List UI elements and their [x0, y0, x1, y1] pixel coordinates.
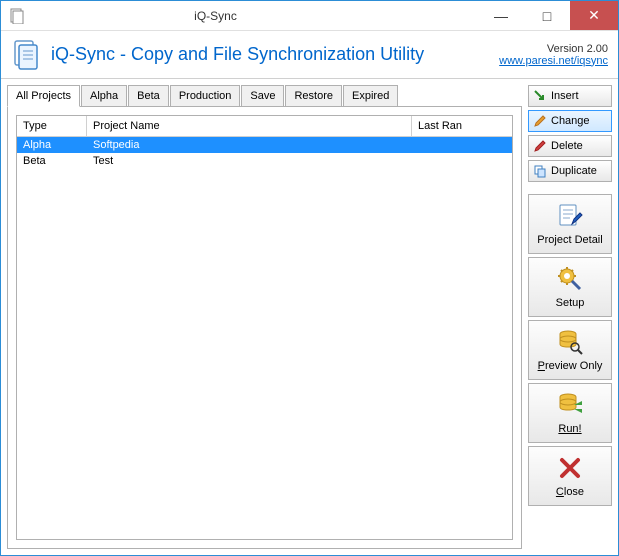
- tab-restore[interactable]: Restore: [285, 85, 342, 106]
- table-row[interactable]: Beta Test: [17, 153, 512, 169]
- duplicate-label: Duplicate: [551, 165, 597, 177]
- titlebar: iQ-Sync — □ ✕: [1, 1, 618, 31]
- tab-production[interactable]: Production: [170, 85, 241, 106]
- document-pencil-icon: [556, 202, 584, 230]
- close-button[interactable]: Close: [528, 446, 612, 506]
- insert-icon: [533, 89, 547, 103]
- col-type[interactable]: Type: [17, 116, 87, 136]
- delete-icon: [533, 139, 547, 153]
- body: All Projects Alpha Beta Production Save …: [1, 79, 618, 555]
- document-icon: [11, 39, 43, 71]
- list-container: Type Project Name Last Ran Alpha Softped…: [7, 106, 522, 549]
- page-title: iQ-Sync - Copy and File Synchronization …: [51, 44, 499, 65]
- cell-type: Alpha: [17, 137, 87, 153]
- tabs: All Projects Alpha Beta Production Save …: [7, 85, 522, 106]
- cell-name: Test: [87, 153, 412, 169]
- window: iQ-Sync — □ ✕ iQ-Sync - Copy and File Sy…: [0, 0, 619, 556]
- pencil-icon: [533, 114, 547, 128]
- duplicate-button[interactable]: Duplicate: [528, 160, 612, 182]
- delete-label: Delete: [551, 140, 583, 152]
- change-label: Change: [551, 115, 590, 127]
- version-label: Version 2.00: [499, 43, 608, 55]
- window-close-button[interactable]: ✕: [570, 1, 618, 30]
- gear-wrench-icon: [556, 265, 584, 293]
- right-panel: Insert Change Delete Duplicate Project D…: [528, 85, 612, 549]
- preview-only-label: Preview Only: [538, 360, 603, 372]
- insert-button[interactable]: Insert: [528, 85, 612, 107]
- run-button[interactable]: Run!: [528, 383, 612, 443]
- left-panel: All Projects Alpha Beta Production Save …: [7, 85, 522, 549]
- duplicate-icon: [533, 164, 547, 178]
- change-button[interactable]: Change: [528, 110, 612, 132]
- minimize-button[interactable]: —: [478, 1, 524, 30]
- close-label: Close: [556, 486, 584, 498]
- col-name[interactable]: Project Name: [87, 116, 412, 136]
- project-detail-button[interactable]: Project Detail: [528, 194, 612, 254]
- col-lastran[interactable]: Last Ran: [412, 116, 512, 136]
- cell-type: Beta: [17, 153, 87, 169]
- cell-lastran: [412, 153, 512, 169]
- preview-only-button[interactable]: Preview Only: [528, 320, 612, 380]
- delete-button[interactable]: Delete: [528, 135, 612, 157]
- setup-label: Setup: [556, 297, 585, 309]
- header: iQ-Sync - Copy and File Synchronization …: [1, 31, 618, 79]
- window-controls: — □ ✕: [478, 1, 618, 30]
- tab-beta[interactable]: Beta: [128, 85, 169, 106]
- tab-expired[interactable]: Expired: [343, 85, 398, 106]
- list-header: Type Project Name Last Ran: [17, 116, 512, 137]
- project-list: Type Project Name Last Ran Alpha Softped…: [16, 115, 513, 540]
- close-icon: [556, 454, 584, 482]
- maximize-button[interactable]: □: [524, 1, 570, 30]
- tab-all-projects[interactable]: All Projects: [7, 85, 80, 107]
- cell-lastran: [412, 137, 512, 153]
- tab-save[interactable]: Save: [241, 85, 284, 106]
- database-run-icon: [556, 391, 584, 419]
- table-row[interactable]: Alpha Softpedia: [17, 137, 512, 153]
- tab-alpha[interactable]: Alpha: [81, 85, 127, 106]
- cell-name: Softpedia: [87, 137, 412, 153]
- database-search-icon: [556, 328, 584, 356]
- run-label: Run!: [558, 423, 581, 435]
- website-link[interactable]: www.paresi.net/iqsync: [499, 55, 608, 67]
- setup-button[interactable]: Setup: [528, 257, 612, 317]
- window-title: iQ-Sync: [0, 9, 478, 23]
- header-meta: Version 2.00 www.paresi.net/iqsync: [499, 43, 608, 67]
- insert-label: Insert: [551, 90, 579, 102]
- project-detail-label: Project Detail: [537, 234, 602, 246]
